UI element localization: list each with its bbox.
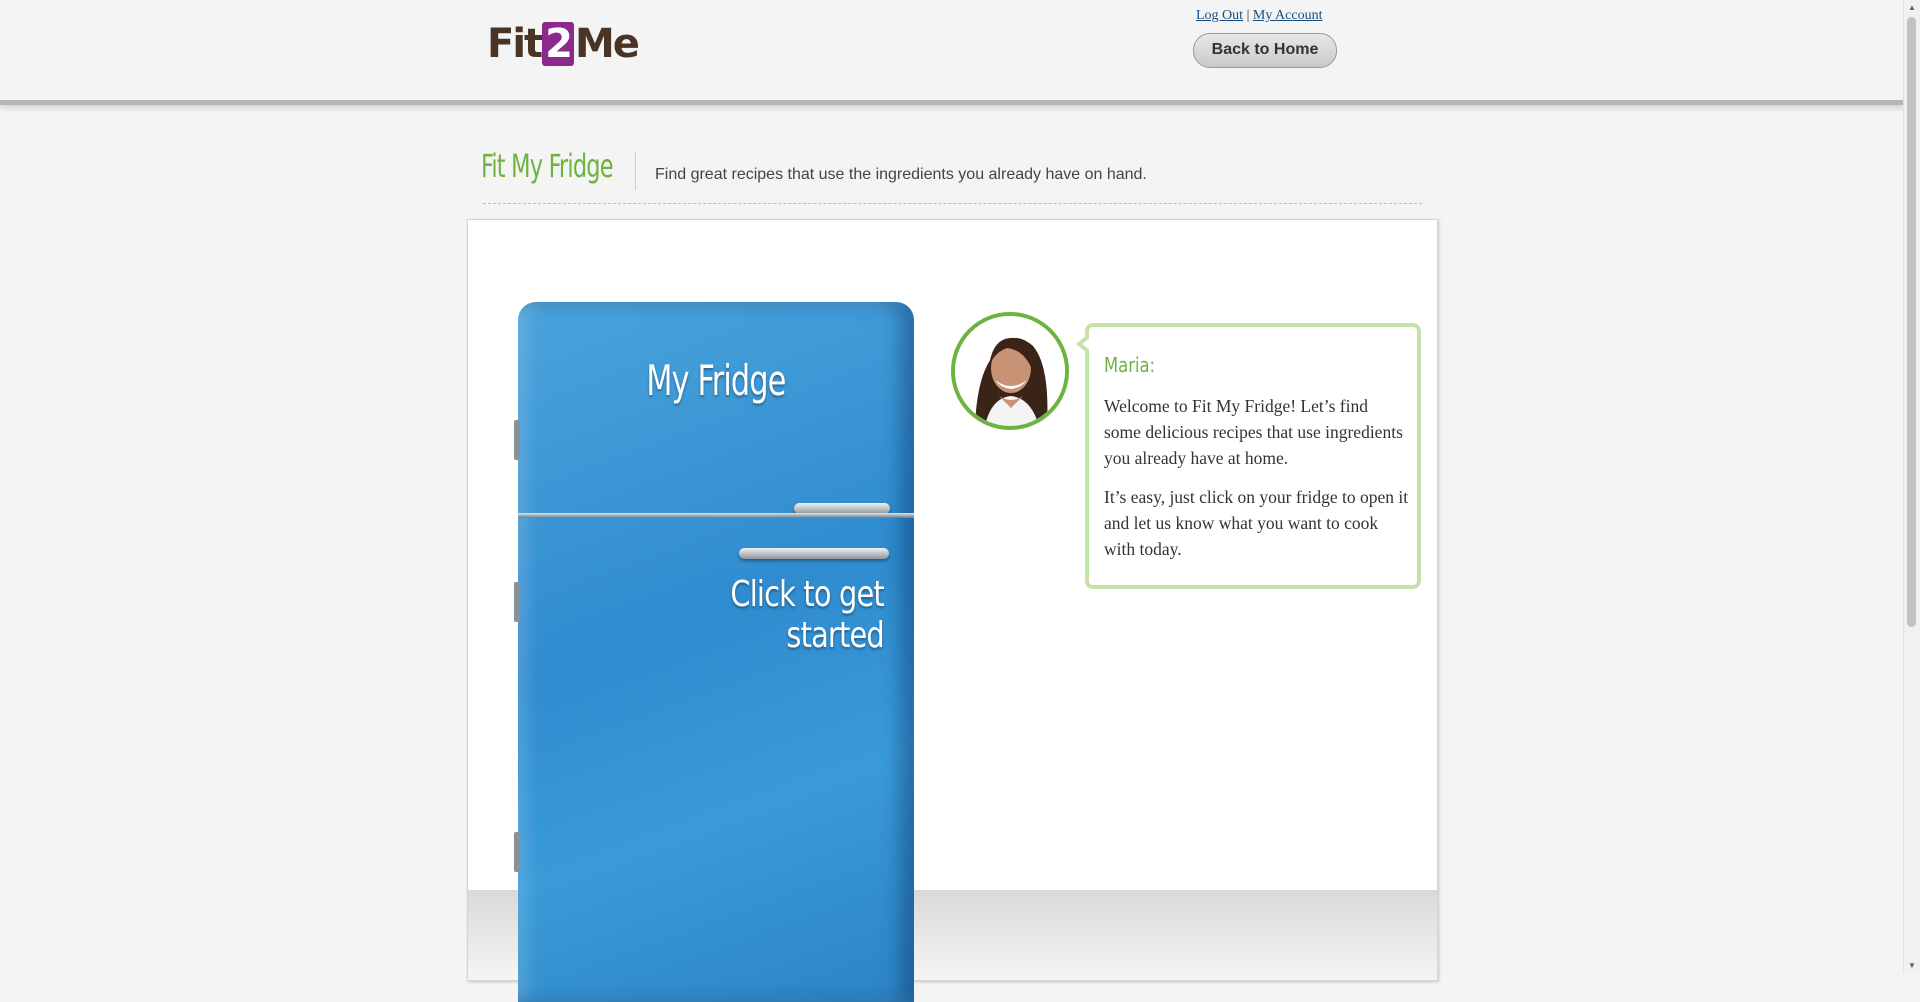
fridge-title: My Fridge xyxy=(646,356,786,405)
bubble-tail-inner xyxy=(1082,337,1091,351)
site-header: Fit 2 Me Log Out | My Account Back to Home xyxy=(0,0,1904,105)
link-separator: | xyxy=(1246,8,1250,23)
my-account-link[interactable]: My Account xyxy=(1253,8,1323,23)
main-panel: My Fridge Click to get started Maria: Wel… xyxy=(467,219,1438,1002)
welcome-message: Welcome to Fit My Fridge! Let’s find som… xyxy=(1104,396,1403,468)
back-to-home-button[interactable]: Back to Home xyxy=(1193,33,1337,68)
maria-portrait-icon xyxy=(955,316,1065,426)
dashed-divider xyxy=(483,203,1422,204)
title-divider xyxy=(635,152,636,190)
bottom-hinge xyxy=(514,832,520,872)
logo-text-me: Me xyxy=(575,21,640,67)
logout-link[interactable]: Log Out xyxy=(1196,8,1243,23)
fridge-cta-text: Click to get started xyxy=(730,574,884,656)
maria-avatar xyxy=(951,312,1069,430)
page-subtitle: Find great recipes that use the ingredie… xyxy=(655,166,1147,183)
fridge-handle xyxy=(739,548,889,559)
middle-hinge xyxy=(514,582,520,622)
speaker-name: Maria: xyxy=(1104,353,1156,377)
scroll-thumb[interactable] xyxy=(1907,17,1916,627)
page-title: Fit My Fridge xyxy=(481,147,614,185)
page-scrollbar[interactable]: ▲ ▼ xyxy=(1903,0,1920,974)
top-hinge xyxy=(514,420,520,460)
fit2me-logo[interactable]: Fit 2 Me xyxy=(487,21,640,67)
instruction-message: It’s easy, just click on your fridge to … xyxy=(1104,487,1409,559)
logo-text-fit: Fit xyxy=(487,21,543,67)
speech-bubble: Maria: Welcome to Fit My Fridge! Let’s f… xyxy=(1076,323,1421,589)
scroll-down-arrow-icon[interactable]: ▼ xyxy=(1907,961,1917,971)
logo-text-2: 2 xyxy=(542,22,574,66)
fridge-button[interactable]: My Fridge Click to get started xyxy=(514,302,914,1002)
fridge-door-seam xyxy=(518,513,914,518)
account-links: Log Out | My Account xyxy=(1196,8,1322,24)
scroll-up-arrow-icon[interactable]: ▲ xyxy=(1907,3,1917,13)
